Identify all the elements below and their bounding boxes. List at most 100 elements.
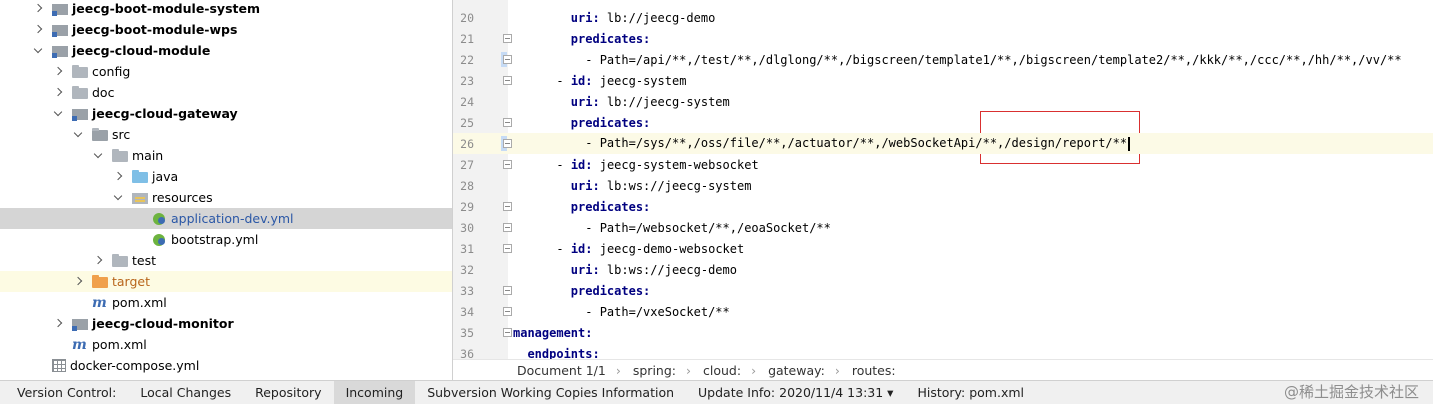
tree-item[interactable]: resources [0,187,213,208]
line-number: 30 [460,220,474,235]
chevron-right-icon[interactable] [52,87,64,99]
spring-yml-icon [152,212,167,226]
tree-item[interactable]: bootstrap.yml [0,229,258,250]
tree-item-label: bootstrap.yml [171,232,259,247]
code-line[interactable]: 34 - Path=/vxeSocket/** [453,301,1433,322]
breadcrumb-item[interactable]: routes: [852,363,896,378]
breadcrumb-separator-icon: › [834,363,840,378]
code-line[interactable]: 26 - Path=/sys/**,/oss/file/**,/actuator… [453,133,1433,154]
tree-item[interactable]: config [0,61,130,82]
module-icon [52,4,68,16]
chevron-down-icon[interactable] [52,108,64,120]
tree-item-label: main [132,148,164,163]
tool-tab[interactable]: History: pom.xml [905,381,1036,404]
chevron-down-icon[interactable] [72,129,84,141]
code-line[interactable]: 21 predicates: [453,28,1433,49]
code-editor[interactable]: 20 uri: lb://jeecg-demo 21 predicates: 22 … [453,0,1433,380]
watermark: @稀土掘金技术社区 [1283,383,1419,401]
breadcrumb-item[interactable]: spring: [633,363,676,378]
fold-toggle-icon[interactable] [503,34,512,43]
tree-item[interactable]: jeecg-cloud-gateway [0,103,238,124]
code-line[interactable]: 20 uri: lb://jeecg-demo [453,7,1433,28]
fold-toggle-icon[interactable] [503,307,512,316]
fold-toggle-icon[interactable] [503,202,512,211]
tree-item-label: java [152,169,179,184]
code-text: uri: lb://jeecg-system [570,94,730,109]
fold-toggle-icon[interactable] [503,286,512,295]
code-line[interactable]: 35 management: [453,322,1433,343]
tree-item[interactable]: jeecg-boot-module-system [0,0,260,19]
target-folder-icon [92,275,108,288]
maven-icon: m [72,336,87,353]
chevron-right-icon[interactable] [112,171,124,183]
code-line[interactable]: 27 - id: jeecg-system-websocket [453,154,1433,175]
folder-icon [112,254,128,267]
tree-item[interactable]: doc [0,82,114,103]
tree-item[interactable]: m pom.xml [0,334,147,355]
tree-item[interactable]: m pom.xml [0,292,167,313]
fold-toggle-icon[interactable] [503,55,512,64]
chevron-down-icon[interactable] [112,192,124,204]
folder-icon [72,86,88,99]
tree-item[interactable]: src [0,124,130,145]
tree-item-label: config [92,64,131,79]
code-line[interactable]: 29 predicates: [453,196,1433,217]
breadcrumb-item[interactable]: cloud: [703,363,741,378]
code-line[interactable]: 33 predicates: [453,280,1433,301]
tool-tab[interactable]: Update Info: 2020/11/4 13:31 ▾ [686,381,905,404]
code-text: uri: lb://jeecg-demo [570,10,716,25]
tree-item[interactable]: jeecg-cloud-monitor [0,313,234,334]
fold-toggle-icon[interactable] [503,160,512,169]
module-icon [52,46,68,58]
code-line[interactable]: 32 uri: lb:ws://jeecg-demo [453,259,1433,280]
project-tree: jeecg-boot-module-system jeecg-boot-modul… [0,0,452,380]
tool-tab[interactable]: Repository [243,381,333,404]
fold-toggle-icon[interactable] [503,118,512,127]
line-number: 25 [460,115,474,130]
chevron-right-icon[interactable] [52,318,64,330]
module-icon [72,319,88,331]
tree-item[interactable]: jeecg-boot-module-wps [0,19,237,40]
code-line[interactable]: 24 uri: lb://jeecg-system [453,91,1433,112]
code-line[interactable]: 28 uri: lb:ws://jeecg-system [453,175,1433,196]
tree-item-label: pom.xml [112,295,167,310]
tree-item[interactable]: java [0,166,178,187]
fold-toggle-icon[interactable] [503,328,512,337]
breadcrumb-item[interactable]: Document 1/1 [517,363,606,378]
chevron-down-icon[interactable] [92,150,104,162]
code-line[interactable]: 25 predicates: [453,112,1433,133]
chevron-right-icon[interactable] [32,3,44,15]
code-line[interactable]: 23 - id: jeecg-system [453,70,1433,91]
chevron-right-icon[interactable] [52,66,64,78]
tree-item[interactable]: application-dev.yml [0,208,452,229]
chevron-right-icon[interactable] [32,24,44,36]
chevron-down-icon[interactable] [32,45,44,57]
tree-item-label: test [132,253,157,268]
folder-icon [72,65,88,78]
fold-toggle-icon[interactable] [503,76,512,85]
code-text: - id: jeecg-system [556,73,687,88]
tree-item[interactable]: docker-compose.yml [0,355,199,376]
tree-item[interactable]: target [0,271,452,292]
line-number: 34 [460,304,474,319]
code-line[interactable]: 22 - Path=/api/**,/test/**,/dlglong/**,/… [453,49,1433,70]
tool-tab[interactable]: Subversion Working Copies Information [415,381,686,404]
chevron-right-icon[interactable] [72,276,84,288]
code-line[interactable]: 30 - Path=/websocket/**,/eoaSocket/** [453,217,1433,238]
maven-icon: m [92,294,107,311]
tool-tab[interactable]: Incoming [333,381,416,404]
tree-item[interactable]: test [0,250,156,271]
fold-toggle-icon[interactable] [503,223,512,232]
chevron-right-icon[interactable] [92,255,104,267]
breadcrumb-item[interactable]: gateway: [768,363,825,378]
line-number: 29 [460,199,474,214]
java-folder-icon [132,170,148,183]
code-text: uri: lb:ws://jeecg-demo [570,262,737,277]
code-line[interactable]: 31 - id: jeecg-demo-websocket [453,238,1433,259]
tool-tab[interactable]: Local Changes [128,381,243,404]
tree-item[interactable]: jeecg-cloud-module [0,40,210,61]
fold-toggle-icon[interactable] [503,139,512,148]
tree-item[interactable]: main [0,145,163,166]
fold-toggle-icon[interactable] [503,244,512,253]
breadcrumb-separator-icon: › [615,363,621,378]
